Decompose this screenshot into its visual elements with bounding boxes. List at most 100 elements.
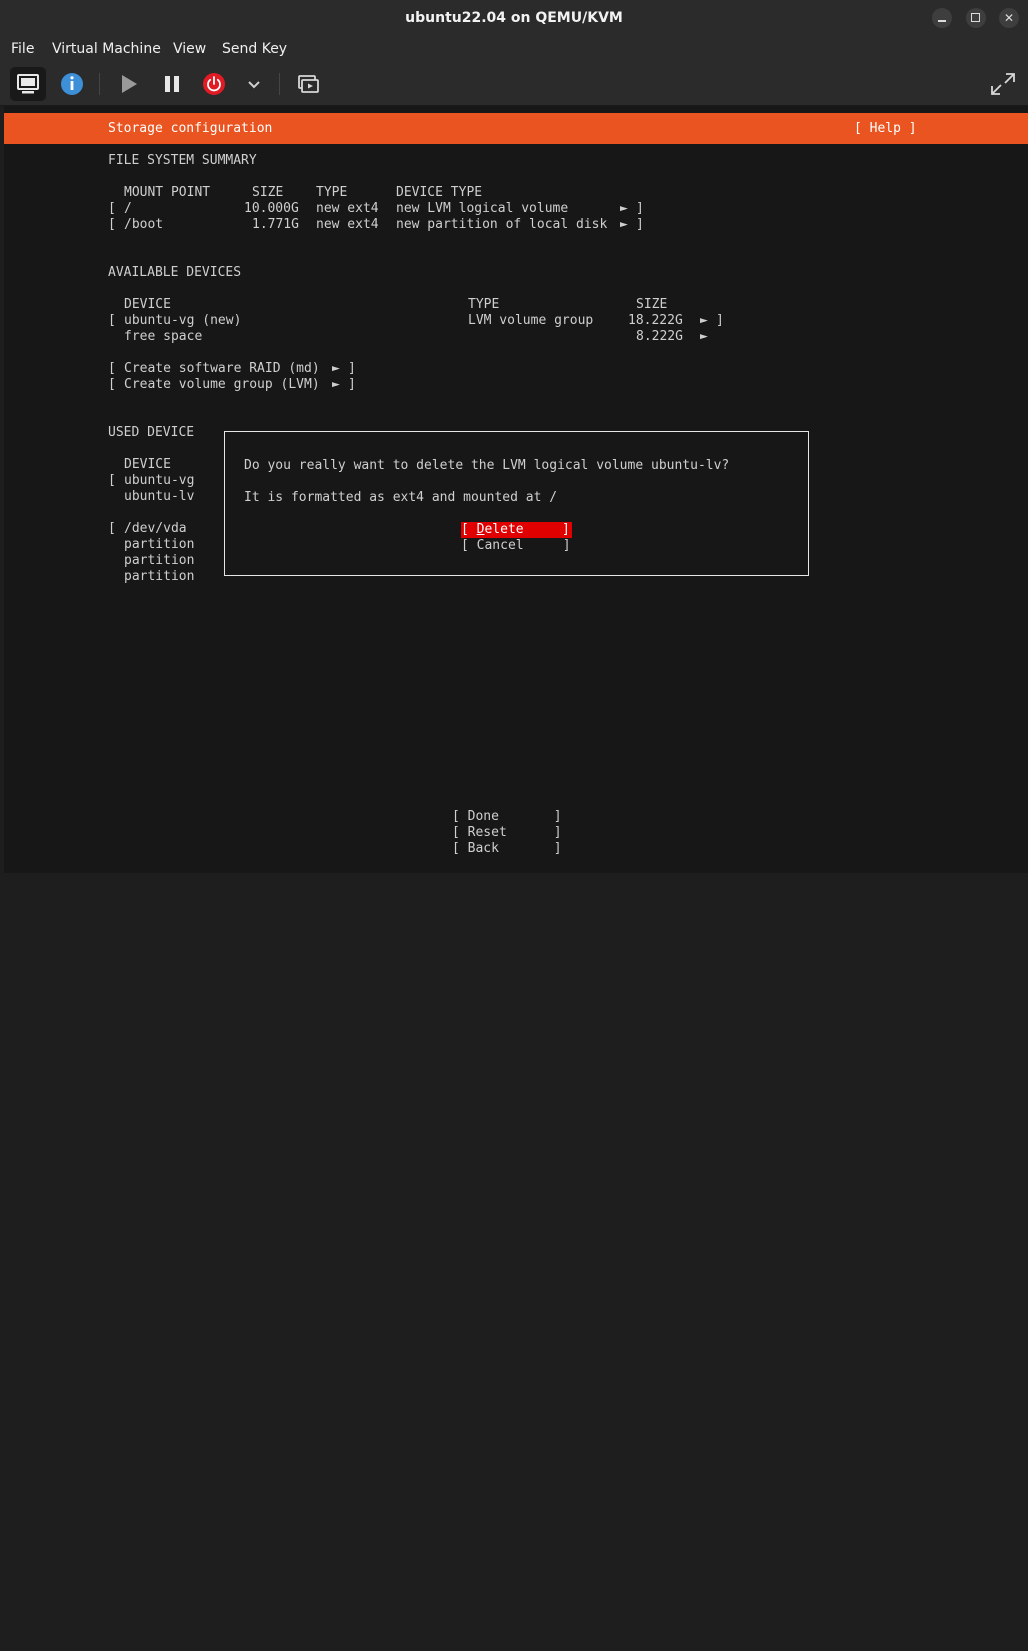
row-bracket: [ xyxy=(108,313,116,328)
dialog-question: Do you really want to delete the LVM log… xyxy=(244,458,730,473)
close-icon: ✕ xyxy=(1003,11,1015,25)
window-titlebar[interactable]: ubuntu22.04 on QEMU/KVM ✕ xyxy=(0,0,1028,36)
row-bracket: [ xyxy=(108,361,116,376)
used-row-partition: partition xyxy=(124,569,195,584)
power-icon xyxy=(203,73,225,95)
create-raid-button[interactable]: [ Create software RAID (md) ► ] xyxy=(4,361,1028,1096)
row-bracket: [ xyxy=(108,201,116,216)
arrow-right-icon: ► xyxy=(700,313,708,328)
fullscreen-button[interactable] xyxy=(985,67,1021,101)
available-heading: AVAILABLE DEVICES xyxy=(108,265,242,280)
used-row-lv: ubuntu-lv xyxy=(124,489,195,504)
arrow-right-icon: ► xyxy=(700,329,708,344)
maximize-button[interactable] xyxy=(966,8,986,28)
play-icon xyxy=(122,75,137,93)
size: 10.000G xyxy=(244,201,299,216)
run-button[interactable] xyxy=(110,67,146,101)
col-type: TYPE xyxy=(316,185,348,200)
device-kind: LVM volume group xyxy=(468,313,594,328)
close-button[interactable]: ✕ xyxy=(999,8,1019,28)
used-row-vda[interactable]: [ /dev/vda xyxy=(4,521,1028,1471)
device-name: /dev/vda xyxy=(124,521,187,536)
info-icon xyxy=(61,73,83,95)
fs-type: new ext4 xyxy=(316,217,379,232)
menu-file[interactable]: File xyxy=(11,36,34,63)
back-button[interactable]: [ Back ] xyxy=(452,841,562,857)
device-name: ubuntu-vg xyxy=(124,473,195,488)
delete-open: [ xyxy=(461,522,477,537)
col-device: DEVICE xyxy=(124,297,171,312)
col-device: DEVICE xyxy=(124,457,171,472)
device-size: 8.222G xyxy=(636,329,683,344)
console-icon xyxy=(17,74,39,94)
used-row-partition: partition xyxy=(124,553,195,568)
size: 1.771G xyxy=(252,217,299,232)
action-label: Create volume group (LVM) xyxy=(124,377,320,392)
pause-button[interactable] xyxy=(154,67,190,101)
row-bracket: ] xyxy=(348,377,356,392)
fullscreen-icon xyxy=(991,73,1015,95)
col-type: TYPE xyxy=(468,297,500,312)
confirm-delete-dialog: Do you really want to delete the LVM log… xyxy=(224,431,809,576)
device-size: 18.222G xyxy=(628,313,683,328)
mount-point: / xyxy=(124,201,132,216)
menu-send-key[interactable]: Send Key xyxy=(222,36,287,63)
done-button[interactable]: [ Done ] xyxy=(452,809,562,825)
device-type: new partition of local disk xyxy=(396,217,608,232)
action-label: Create software RAID (md) xyxy=(124,361,320,376)
row-bracket: ] xyxy=(636,217,644,232)
used-row-vg[interactable]: [ ubuntu-vg xyxy=(4,473,1028,1366)
device-type: new LVM logical volume xyxy=(396,201,569,216)
delete-label: elete xyxy=(484,522,524,537)
shutdown-button[interactable] xyxy=(196,67,232,101)
screenshot-icon xyxy=(298,75,319,93)
used-row-partition: partition xyxy=(124,537,195,552)
available-row-free-space[interactable]: free space 8.222G ► xyxy=(4,329,1028,961)
arrow-right-icon: ► xyxy=(620,217,628,232)
device-name: ubuntu-vg (new) xyxy=(124,313,242,328)
help-button[interactable]: [ Help ] xyxy=(854,121,917,137)
create-volume-group-button[interactable]: [ Create volume group (LVM) ► ] xyxy=(4,377,1028,1216)
col-mount-point: MOUNT POINT xyxy=(124,185,211,200)
col-size: SIZE xyxy=(252,185,284,200)
installer-title: Storage configuration xyxy=(108,121,273,136)
toolbar-separator xyxy=(279,73,280,95)
reset-button[interactable]: [ Reset ] xyxy=(452,825,562,841)
maximize-icon xyxy=(971,13,980,22)
menu-view[interactable]: View xyxy=(173,36,206,63)
toolbar-separator xyxy=(99,73,100,95)
window-title: ubuntu22.04 on QEMU/KVM xyxy=(405,10,623,26)
shutdown-menu-button[interactable] xyxy=(236,67,272,101)
minimize-button[interactable] xyxy=(932,8,952,28)
fs-type: new ext4 xyxy=(316,201,379,216)
snapshots-button[interactable] xyxy=(290,67,326,101)
arrow-right-icon: ► xyxy=(332,377,340,392)
minimize-icon xyxy=(938,20,946,22)
cancel-button[interactable]: [ Cancel ] xyxy=(461,538,571,554)
row-bracket: [ xyxy=(108,473,116,488)
arrow-right-icon: ► xyxy=(620,201,628,216)
arrow-right-icon: ► xyxy=(332,361,340,376)
chevron-down-icon xyxy=(248,81,260,89)
pause-icon xyxy=(165,76,179,92)
col-device-type: DEVICE TYPE xyxy=(396,185,483,200)
row-bracket: [ xyxy=(108,521,116,536)
delete-button[interactable]: [ Delete] xyxy=(461,522,572,538)
details-button[interactable] xyxy=(54,67,90,101)
menubar: File Virtual Machine View Send Key xyxy=(0,36,1028,63)
mount-point: /boot xyxy=(124,217,164,232)
console-button[interactable] xyxy=(10,67,46,101)
device-name: free space xyxy=(124,329,203,344)
row-bracket: ] xyxy=(636,201,644,216)
dialog-detail: It is formatted as ext4 and mounted at / xyxy=(244,490,558,505)
menu-virtual-machine[interactable]: Virtual Machine xyxy=(52,36,161,63)
row-bracket: ] xyxy=(348,361,356,376)
row-bracket: [ xyxy=(108,377,116,392)
fs-summary-heading: FILE SYSTEM SUMMARY xyxy=(108,153,257,168)
row-bracket: ] xyxy=(716,313,724,328)
used-heading: USED DEVICE xyxy=(108,425,195,440)
delete-close: ] xyxy=(562,522,570,537)
vm-console[interactable]: Storage configuration [ Help ] FILE SYST… xyxy=(4,106,1028,873)
row-bracket: [ xyxy=(108,217,116,232)
toolbar xyxy=(0,63,1028,106)
